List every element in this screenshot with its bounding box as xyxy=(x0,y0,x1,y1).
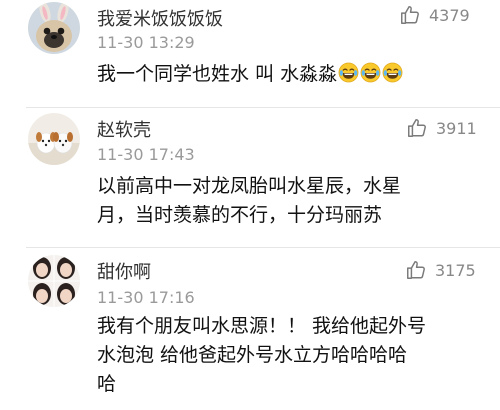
thumbs-up-icon xyxy=(406,117,428,139)
comment-time: 11-30 13:29 xyxy=(97,33,195,52)
comment-text-line: 水泡泡 给他爸起外号水立方哈哈哈哈 xyxy=(97,344,408,366)
comment-time: 11-30 17:16 xyxy=(97,288,195,307)
pug-with-bunny-ears-icon[interactable] xyxy=(28,2,80,54)
comment-username[interactable]: 我爱米饭饭饭饭 xyxy=(97,5,223,31)
comment-username[interactable]: 甜你啊 xyxy=(97,258,151,284)
comment-text-line: 以前高中一对龙凤胎叫水星辰，水星 xyxy=(97,175,402,197)
comment-item: 赵软壳 11-30 17:43 3911 以前高中一对龙凤胎叫水星辰，水星 月，… xyxy=(0,108,500,248)
like-button[interactable]: 3911 xyxy=(406,117,477,139)
girl-photo-grid-icon[interactable] xyxy=(28,255,80,307)
laughing-tears-icon xyxy=(338,62,359,83)
like-count: 4379 xyxy=(429,5,470,25)
like-button[interactable]: 4379 xyxy=(399,4,470,26)
laughing-tears-icon xyxy=(360,62,381,83)
comment-text-line: 我一个同学也姓水 叫 水淼淼 xyxy=(97,63,338,85)
thumbs-up-icon xyxy=(399,4,421,26)
two-puppies-icon[interactable] xyxy=(28,113,80,165)
comment-time: 11-30 17:43 xyxy=(97,145,195,164)
comment-text-line: 哈 xyxy=(97,373,117,395)
comment-item: 我爱米饭饭饭饭 11-30 13:29 4379 我一个同学也姓水 叫 水淼淼 xyxy=(0,0,500,108)
comment-text-line: 月，当时羡慕的不行，十分玛丽苏 xyxy=(97,204,383,226)
comment-item: 甜你啊 11-30 17:16 3175 我有个朋友叫水思源！！ 我给他起外号 … xyxy=(0,248,500,410)
like-count: 3175 xyxy=(435,260,476,280)
like-button[interactable]: 3175 xyxy=(405,259,476,281)
comment-text: 我有个朋友叫水思源！！ 我给他起外号 水泡泡 给他爸起外号水立方哈哈哈哈 哈 xyxy=(97,312,482,399)
thumbs-up-icon xyxy=(405,259,427,281)
like-count: 3911 xyxy=(436,118,477,138)
comment-text-line: 我有个朋友叫水思源！！ 我给他起外号 xyxy=(97,315,427,337)
comment-username[interactable]: 赵软壳 xyxy=(97,116,151,142)
laughing-tears-icon xyxy=(382,62,403,83)
comment-text: 我一个同学也姓水 叫 水淼淼 xyxy=(97,60,482,89)
comment-text: 以前高中一对龙凤胎叫水星辰，水星 月，当时羡慕的不行，十分玛丽苏 xyxy=(97,172,482,230)
